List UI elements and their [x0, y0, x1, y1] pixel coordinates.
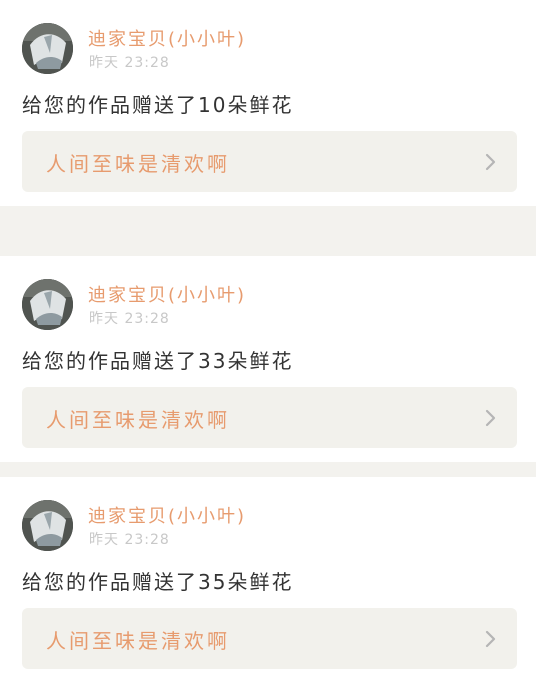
chevron-right-icon	[485, 409, 496, 427]
user-name[interactable]: 迪家宝贝(小小叶)	[88, 281, 246, 307]
avatar[interactable]	[22, 500, 73, 551]
work-link[interactable]: 人间至味是清欢啊	[22, 131, 517, 192]
gift-notification-card: 迪家宝贝(小小叶) 昨天 23:28 给您的作品赠送了35朵鲜花 人间至味是清欢…	[0, 477, 536, 683]
user-name[interactable]: 迪家宝贝(小小叶)	[88, 25, 246, 51]
work-link[interactable]: 人间至味是清欢啊	[22, 608, 517, 669]
user-name[interactable]: 迪家宝贝(小小叶)	[88, 502, 246, 528]
work-title: 人间至味是清欢啊	[46, 629, 230, 653]
timestamp: 昨天 23:28	[89, 532, 170, 548]
notification-feed: 迪家宝贝(小小叶) 昨天 23:28 给您的作品赠送了33朵鲜花 人间至味是清欢…	[0, 0, 536, 683]
gift-notification-card: 迪家宝贝(小小叶) 昨天 23:28 给您的作品赠送了33朵鲜花 人间至味是清欢…	[0, 256, 536, 462]
gift-message: 给您的作品赠送了33朵鲜花	[22, 349, 294, 373]
timestamp: 昨天 23:28	[89, 311, 170, 327]
work-link[interactable]: 人间至味是清欢啊	[22, 387, 517, 448]
avatar[interactable]	[22, 279, 73, 330]
avatar[interactable]	[22, 23, 73, 74]
chevron-right-icon	[485, 630, 496, 648]
timestamp: 昨天 23:28	[89, 55, 170, 71]
gift-notification-card: 迪家宝贝(小小叶) 昨天 23:28 给您的作品赠送了10朵鲜花 人间至味是清欢…	[0, 0, 536, 206]
chevron-right-icon	[485, 153, 496, 171]
work-title: 人间至味是清欢啊	[46, 408, 230, 432]
gift-message: 给您的作品赠送了10朵鲜花	[22, 93, 294, 117]
gift-message: 给您的作品赠送了35朵鲜花	[22, 570, 294, 594]
work-title: 人间至味是清欢啊	[46, 152, 230, 176]
